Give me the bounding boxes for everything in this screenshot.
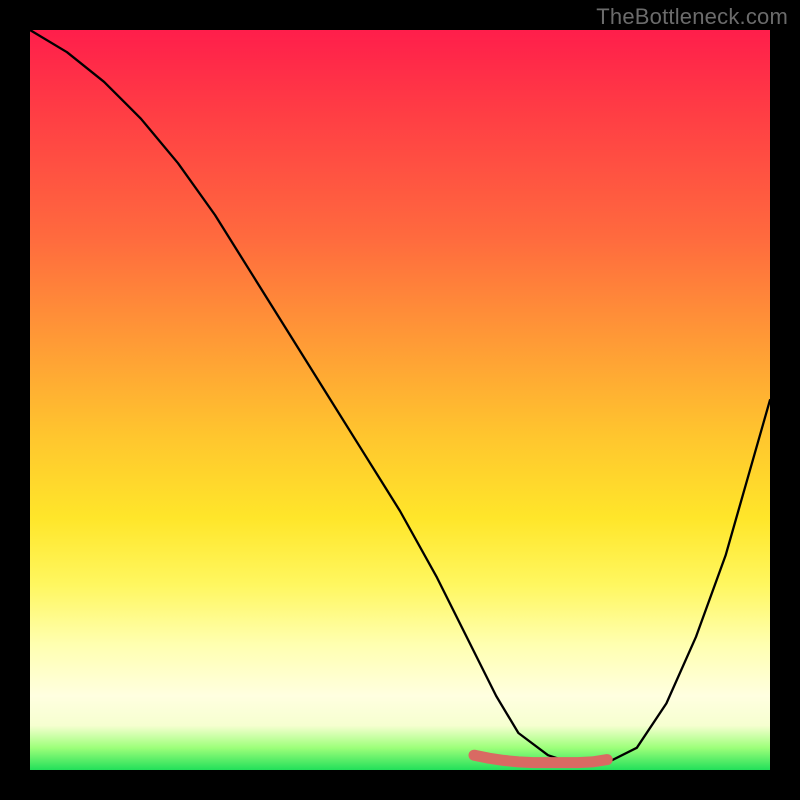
plot-area (30, 30, 770, 770)
chart-frame: TheBottleneck.com (0, 0, 800, 800)
watermark-text: TheBottleneck.com (596, 4, 788, 30)
background-gradient (30, 30, 770, 770)
